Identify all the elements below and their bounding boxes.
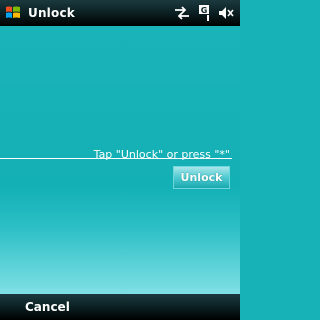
- speaker-muted-icon[interactable]: [218, 4, 234, 22]
- instruction-divider: [0, 158, 232, 159]
- lock-screen: Tap "Unlock" or press "*" Unlock: [0, 26, 240, 294]
- connectivity-arrows-icon[interactable]: [174, 4, 190, 22]
- gprs-signal-icon[interactable]: G: [198, 4, 210, 22]
- cancel-softkey[interactable]: Cancel: [25, 300, 70, 314]
- windows-start-icon: [6, 6, 20, 18]
- start-button[interactable]: [0, 0, 26, 26]
- signal-label: G: [201, 6, 208, 15]
- window-title: Unlock: [28, 6, 75, 20]
- system-tray: G: [174, 4, 234, 22]
- title-bar: Unlock G: [0, 0, 240, 26]
- unlock-button[interactable]: Unlock: [173, 166, 230, 189]
- softkey-bar: Cancel: [0, 294, 240, 320]
- unlock-instruction-text: Tap "Unlock" or press "*": [93, 148, 230, 161]
